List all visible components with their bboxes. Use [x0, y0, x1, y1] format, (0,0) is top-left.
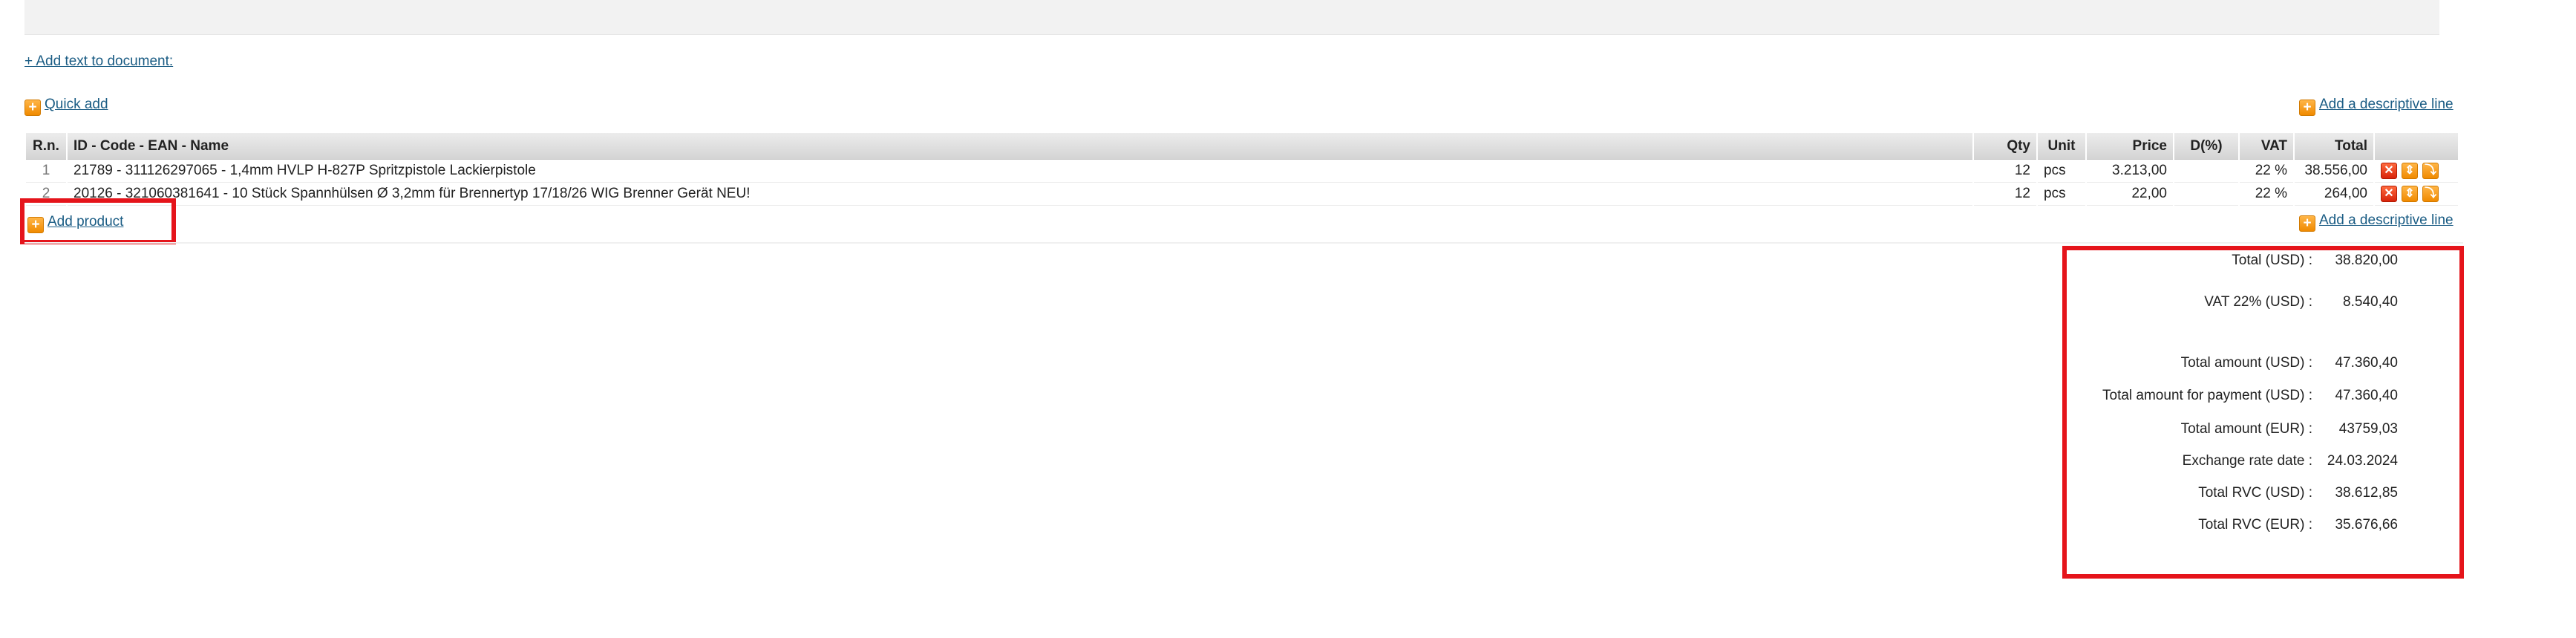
column-header-rn: R.n.	[26, 133, 66, 160]
summary-label: Total amount (EUR) :	[2180, 421, 2312, 437]
unit: pcs	[2038, 160, 2085, 183]
summary-label: Total amount for payment (USD) :	[2102, 388, 2312, 403]
summary-total-amount-usd: Total amount (USD) : 47.360,40	[2056, 352, 2398, 374]
move-up-icon[interactable]: ⇕	[2402, 162, 2418, 179]
summary-value: 47.360,40	[2335, 388, 2398, 403]
vat: 22 %	[2240, 183, 2293, 206]
summary-total-usd: Total (USD) : 38.820,00	[2056, 250, 2398, 272]
plus-icon: +	[2299, 215, 2315, 232]
table-row[interactable]: 1 21789 - 311126297065 - 1,4mm HVLP H-82…	[26, 160, 2458, 183]
quantity: 12	[1974, 160, 2036, 183]
add-descriptive-line-link[interactable]: Add a descriptive line	[2319, 212, 2454, 228]
add-product-highlight	[20, 198, 176, 244]
summary-value: 43759,03	[2338, 421, 2398, 437]
add-text-to-document-link[interactable]: + Add text to document:	[24, 53, 173, 70]
table-row[interactable]: 2 20126 - 321060381641 - 10 Stück Spannh…	[26, 183, 2458, 206]
summary-value: 35.676,66	[2335, 517, 2398, 533]
discount	[2174, 183, 2238, 206]
column-header-qty: Qty	[1974, 133, 2036, 160]
summary-label: VAT 22% (USD) :	[2204, 294, 2312, 310]
row-actions: ✕ ⇕ ⤵	[2375, 160, 2458, 183]
table-header-row: R.n. ID - Code - EAN - Name Qty Unit Pri…	[26, 133, 2458, 160]
price: 22,00	[2087, 183, 2173, 206]
column-header-price: Price	[2087, 133, 2173, 160]
quantity: 12	[1974, 183, 2036, 206]
move-up-icon[interactable]: ⇕	[2402, 185, 2418, 202]
summary-label: Exchange rate date :	[2182, 453, 2312, 469]
discount	[2174, 160, 2238, 183]
plus-icon: +	[2299, 100, 2315, 116]
add-descriptive-line-top[interactable]: + Add a descriptive line	[2299, 97, 2454, 116]
row-actions: ✕ ⇕ ⤵	[2375, 183, 2458, 206]
summary-label: Total amount (USD) :	[2180, 355, 2312, 371]
column-header-discount: D(%)	[2174, 133, 2238, 160]
price: 3.213,00	[2087, 160, 2173, 183]
column-header-actions	[2375, 133, 2458, 160]
plus-icon: +	[24, 100, 41, 116]
summary-value: 38.820,00	[2335, 253, 2398, 268]
summary-value: 47.360,40	[2335, 355, 2398, 371]
summary-value: 24.03.2024	[2327, 453, 2398, 469]
summary-total-rvc-eur: Total RVC (EUR) : 35.676,66	[2056, 514, 2398, 536]
summary-total-payment-usd: Total amount for payment (USD) : 47.360,…	[2056, 385, 2398, 407]
quick-add-link[interactable]: Quick add	[45, 97, 108, 112]
delete-icon[interactable]: ✕	[2381, 185, 2397, 202]
vat: 22 %	[2240, 160, 2293, 183]
summary-total-amount-eur: Total amount (EUR) : 43759,03	[2056, 418, 2398, 440]
summary-label: Total (USD) :	[2232, 253, 2312, 268]
row-total: 38.556,00	[2295, 160, 2373, 183]
divider	[24, 242, 2463, 244]
summary-label: Total RVC (EUR) :	[2198, 517, 2312, 533]
delete-icon[interactable]: ✕	[2381, 162, 2397, 179]
add-descriptive-line-link[interactable]: Add a descriptive line	[2319, 97, 2454, 112]
column-header-unit: Unit	[2038, 133, 2085, 160]
quick-add[interactable]: + Quick add	[24, 97, 108, 116]
summary-label: Total RVC (USD) :	[2198, 485, 2312, 501]
summary-exchange-rate-date: Exchange rate date : 24.03.2024	[2056, 450, 2398, 472]
product-name[interactable]: 21789 - 311126297065 - 1,4mm HVLP H-827P…	[68, 160, 1972, 183]
products-table: R.n. ID - Code - EAN - Name Qty Unit Pri…	[24, 133, 2459, 206]
summary-value: 8.540,40	[2343, 294, 2398, 310]
top-panel	[24, 0, 2439, 35]
add-descriptive-line-bottom[interactable]: + Add a descriptive line	[2299, 212, 2454, 232]
summary-value: 38.612,85	[2335, 485, 2398, 501]
row-total: 264,00	[2295, 183, 2373, 206]
summary-total-rvc-usd: Total RVC (USD) : 38.612,85	[2056, 482, 2398, 504]
row-number: 1	[26, 160, 66, 183]
column-header-vat: VAT	[2240, 133, 2293, 160]
product-name[interactable]: 20126 - 321060381641 - 10 Stück Spannhül…	[68, 183, 1972, 206]
move-down-icon[interactable]: ⤵	[2422, 162, 2439, 179]
column-header-name: ID - Code - EAN - Name	[68, 133, 1972, 160]
move-down-icon[interactable]: ⤵	[2422, 185, 2439, 202]
summary-vat-usd: VAT 22% (USD) : 8.540,40	[2056, 291, 2398, 313]
column-header-total: Total	[2295, 133, 2373, 160]
unit: pcs	[2038, 183, 2085, 206]
